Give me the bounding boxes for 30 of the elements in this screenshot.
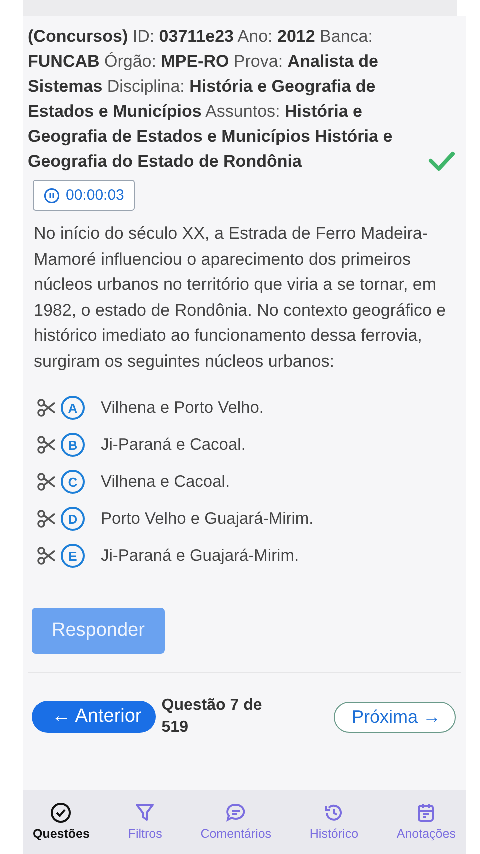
- scissors-icon[interactable]: [37, 436, 57, 454]
- option-letter[interactable]: A: [61, 396, 85, 420]
- nav-tab[interactable]: Filtros: [124, 802, 166, 846]
- option-letter[interactable]: E: [61, 544, 85, 568]
- option-letter[interactable]: B: [61, 433, 85, 457]
- option-text[interactable]: Porto Velho e Guajará-Mirim.: [101, 510, 314, 528]
- previous-button[interactable]: ← Anterior: [32, 701, 156, 733]
- chat-icon: [225, 802, 248, 824]
- scissors-icon[interactable]: [37, 510, 57, 528]
- option-text[interactable]: Ji-Paraná e Cacoal.: [101, 436, 246, 454]
- option-text[interactable]: Vilhena e Cacoal.: [101, 472, 230, 492]
- filter-icon: [134, 802, 156, 824]
- question-info: (Concursos) ID: 03711e23 Ano: 2012 Banca: FUNCAB Órgão: MPE-RO Prova: Analista de Sistemas Disciplina: História e Geografia de Estados e Municípios Assuntos: História e Geografia de Estados e Municípios História e Geografia do Estado de Rondônia: [28, 26, 394, 173]
- question-text: No início do século XX, a Estrada de Ferro Madeira-Mamoré influenciou o aparecimento dos primeiros núcleos urbanos no território que viria a se tornar, em 1982, o estado de Rondônia. No contexto geográfico e histórico imediato ao funcionamento dessa ferrovia, surgiram os seguintes núcleos urbanos:: [34, 223, 448, 372]
- scissors-icon[interactable]: [37, 547, 57, 565]
- scissors-icon[interactable]: [37, 473, 57, 491]
- option-text[interactable]: Vilhena e Porto Velho.: [101, 398, 264, 418]
- nav-tab[interactable]: Histórico: [306, 802, 363, 846]
- option-text[interactable]: Ji-Paraná e Guajará-Mirim.: [101, 546, 300, 566]
- scissors-icon[interactable]: [37, 399, 57, 417]
- timer-button[interactable]: 00:00:03: [33, 180, 136, 211]
- question-counter: Questão 7 de 519: [162, 696, 264, 738]
- option-letter[interactable]: D: [61, 507, 85, 531]
- check-circle-icon: [50, 802, 72, 824]
- option-letter[interactable]: C: [61, 470, 85, 494]
- nav-tab[interactable]: Comentários: [196, 802, 276, 846]
- pause-icon: [44, 188, 60, 204]
- nav-tab[interactable]: Anotações: [392, 802, 460, 846]
- next-button[interactable]: Próxima →: [334, 702, 456, 732]
- nav-tab[interactable]: Questões: [29, 802, 94, 846]
